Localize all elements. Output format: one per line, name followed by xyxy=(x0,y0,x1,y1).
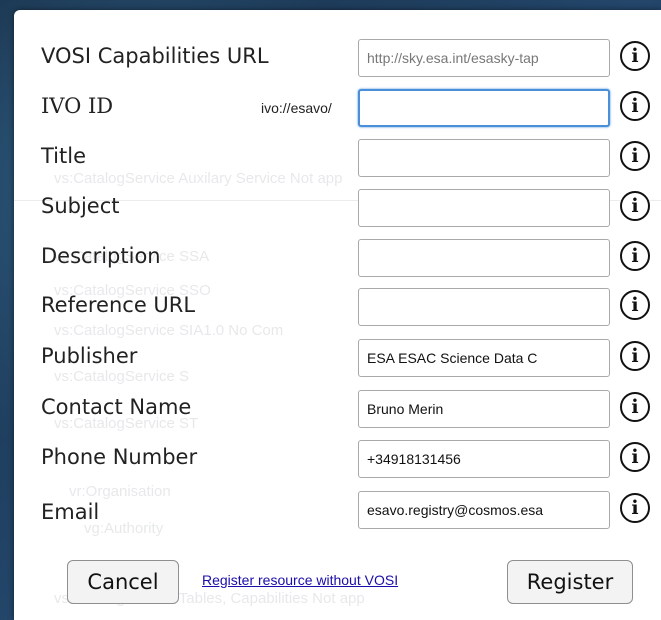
info-icon[interactable]: i xyxy=(620,141,650,171)
description-label: Description xyxy=(41,244,161,268)
phone-number-label: Phone Number xyxy=(41,445,198,469)
register-resource-dialog: vs:CatalogService Auxilary Service Not a… xyxy=(14,10,661,620)
form-row-phone-number: Phone Number i xyxy=(14,439,661,483)
register-without-vosi-link[interactable]: Register resource without VOSI xyxy=(202,572,398,588)
form-row-email: Email i xyxy=(14,490,661,534)
description-input[interactable] xyxy=(358,239,610,277)
title-input[interactable] xyxy=(358,139,610,177)
info-icon[interactable]: i xyxy=(620,392,650,422)
form-row-subject: Subject i xyxy=(14,188,661,232)
subject-input[interactable] xyxy=(358,189,610,227)
info-icon[interactable]: i xyxy=(620,191,650,221)
publisher-label: Publisher xyxy=(41,344,138,368)
info-icon[interactable]: i xyxy=(620,341,650,371)
contact-name-input[interactable] xyxy=(358,390,610,428)
form-row-description: Description i xyxy=(14,238,661,282)
info-icon[interactable]: i xyxy=(620,442,650,472)
cancel-button[interactable]: Cancel xyxy=(67,560,179,604)
ivo-id-input[interactable] xyxy=(358,89,610,127)
form-row-vosi-url: VOSI Capabilities URL i xyxy=(14,38,661,82)
email-input[interactable] xyxy=(358,491,610,529)
email-label: Email xyxy=(41,500,100,524)
form-row-ivo-id: IVO ID ivo://esavo/ i xyxy=(14,88,661,132)
info-icon[interactable]: i xyxy=(620,290,650,320)
reference-url-input[interactable] xyxy=(358,288,610,326)
info-icon[interactable]: i xyxy=(620,91,650,121)
form-row-reference-url: Reference URL i xyxy=(14,287,661,331)
publisher-input[interactable] xyxy=(358,339,610,377)
ivo-id-label: IVO ID xyxy=(41,94,114,118)
title-label: Title xyxy=(41,144,87,168)
vosi-url-input[interactable] xyxy=(358,39,610,77)
subject-label: Subject xyxy=(41,194,120,218)
ivo-id-prefix: ivo://esavo/ xyxy=(261,100,332,116)
form-row-publisher: Publisher i xyxy=(14,338,661,382)
contact-name-label: Contact Name xyxy=(41,395,192,419)
reference-url-label: Reference URL xyxy=(41,293,196,317)
phone-number-input[interactable] xyxy=(358,440,610,478)
info-icon[interactable]: i xyxy=(620,241,650,271)
register-button[interactable]: Register xyxy=(507,560,633,604)
form-row-contact-name: Contact Name i xyxy=(14,389,661,433)
vosi-url-label: VOSI Capabilities URL xyxy=(41,44,269,68)
info-icon[interactable]: i xyxy=(620,493,650,523)
dialog-footer: Cancel Register resource without VOSI Re… xyxy=(14,550,661,620)
info-icon[interactable]: i xyxy=(620,41,650,71)
form-row-title: Title i xyxy=(14,138,661,182)
